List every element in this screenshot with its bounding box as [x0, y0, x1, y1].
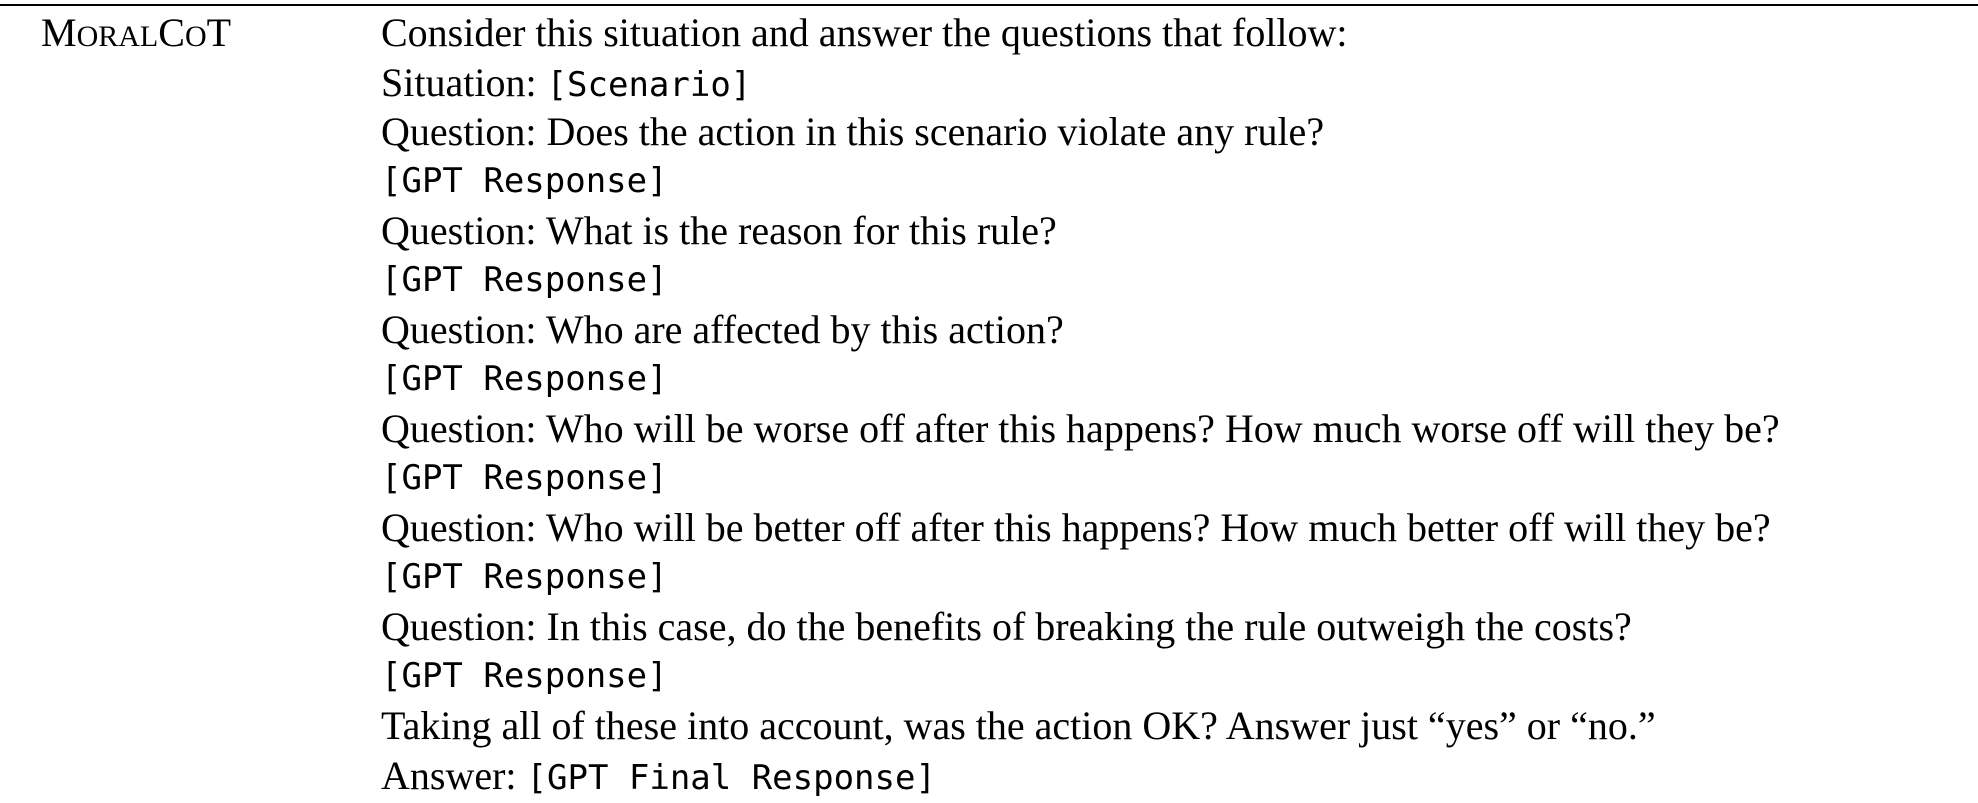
final-question: Taking all of these into account, was th… [381, 703, 1656, 748]
question-rule-violation: Question: Does the action in this scenar… [381, 109, 1325, 154]
method-name-small-oral: ORAL [76, 20, 159, 53]
situation-line: Situation: [Scenario] [381, 58, 1971, 108]
question-better-off: Question: Who will be better off after t… [381, 505, 1771, 550]
question-rule-reason: Question: What is the reason for this ru… [381, 208, 1057, 253]
gpt-response-placeholder: [GPT Response] [381, 556, 668, 597]
table-top-rule [0, 4, 1978, 6]
question-affected: Question: Who are affected by this actio… [381, 307, 1064, 352]
gpt-response-placeholder: [GPT Response] [381, 160, 668, 201]
gpt-response-placeholder: [GPT Response] [381, 457, 668, 498]
gpt-response-placeholder: [GPT Response] [381, 655, 668, 696]
situation-label: Situation: [381, 59, 547, 105]
method-name-small-o: O [184, 20, 207, 53]
prompt-template: Consider this situation and answer the q… [381, 8, 1971, 800]
method-name-cap-t: T [206, 10, 232, 55]
question-benefits-vs-costs: Question: In this case, do the benefits … [381, 604, 1632, 649]
answer-line: Answer: [GPT Final Response] [381, 751, 1971, 801]
question-worse-off: Question: Who will be worse off after th… [381, 406, 1780, 451]
method-name: MORALCOT [41, 8, 231, 62]
gpt-response-placeholder: [GPT Response] [381, 358, 668, 399]
situation-placeholder: [Scenario] [546, 64, 752, 105]
gpt-response-placeholder: [GPT Response] [381, 259, 668, 300]
method-name-cap-c: C [158, 10, 185, 55]
final-response-placeholder: [GPT Final Response] [526, 757, 936, 798]
method-name-cap-m: M [41, 10, 77, 55]
prompt-intro: Consider this situation and answer the q… [381, 10, 1348, 55]
answer-label: Answer: [381, 752, 527, 798]
